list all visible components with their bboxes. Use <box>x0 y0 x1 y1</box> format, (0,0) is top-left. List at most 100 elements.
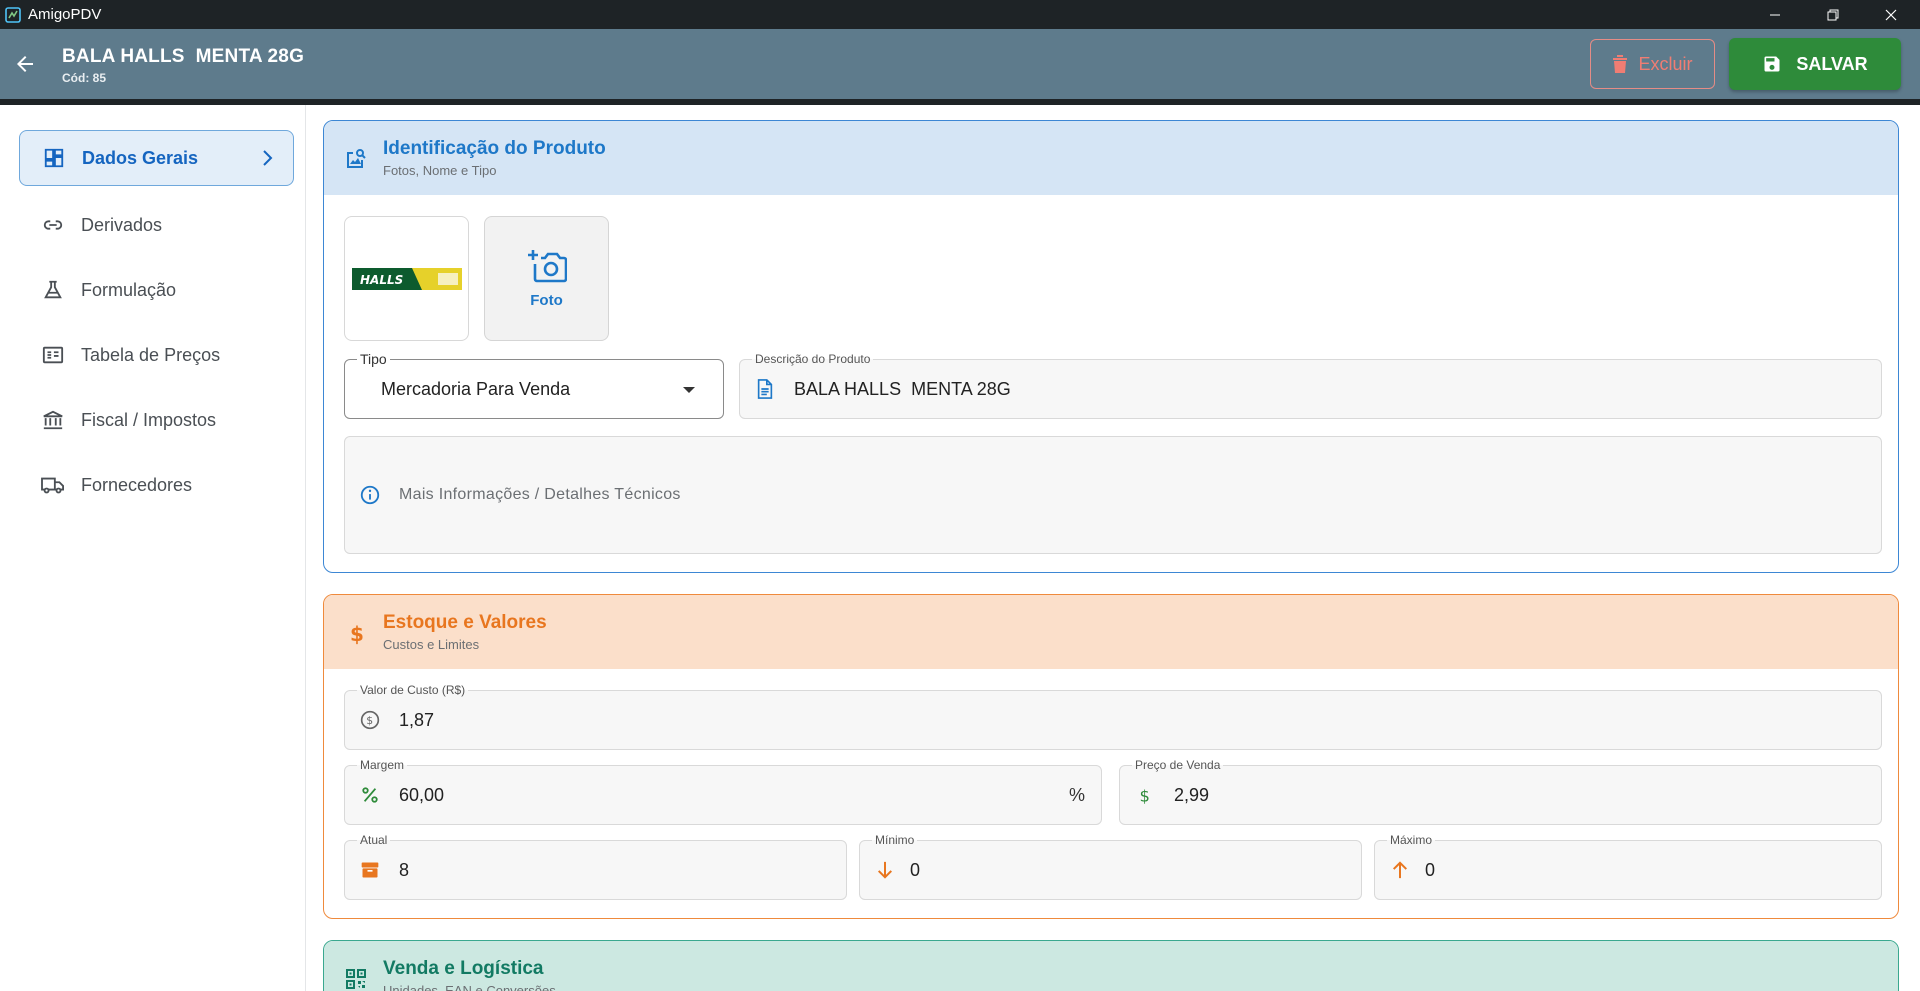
flask-icon <box>41 278 65 302</box>
qr-code-icon <box>346 969 366 989</box>
estoque-minimo-value: 0 <box>910 860 921 880</box>
field-label: Margem <box>357 758 408 772</box>
field-label: Tipo <box>357 351 390 367</box>
tipo-value: Mercadoria Para Venda <box>381 379 571 399</box>
sidebar-item-label: Fiscal / Impostos <box>81 409 217 430</box>
truck-icon <box>41 473 65 497</box>
field-label: Máximo <box>1387 833 1436 847</box>
estoque-maximo-field[interactable]: Máximo 0 <box>1374 833 1882 900</box>
identificacao-card: Identificação do Produto Fotos, Nome e T… <box>323 120 1899 573</box>
estoque-atual-field[interactable]: Atual 8 <box>344 833 847 900</box>
product-photo[interactable]: HALLS <box>344 216 469 341</box>
margem-field[interactable]: Margem 60,00 % <box>344 758 1102 825</box>
svg-text:HALLS: HALLS <box>360 273 403 287</box>
dashboard-icon <box>42 146 66 170</box>
app-logo-icon <box>5 6 21 23</box>
preco-venda-field[interactable]: Preço de Venda $ 2,99 <box>1119 758 1882 825</box>
dollar-icon: $ <box>350 622 364 645</box>
close-icon <box>1885 9 1897 20</box>
estoque-maximo-value: 0 <box>1425 860 1436 880</box>
minimize-icon <box>1770 14 1780 15</box>
arrow-up-icon <box>1389 859 1411 881</box>
sidebar-item-fornecedores[interactable]: Fornecedores <box>19 457 294 513</box>
more-info-text: Mais Informações / Detalhes Técnicos <box>399 486 681 503</box>
tipo-select[interactable]: Tipo Mercadoria Para Venda <box>344 351 724 419</box>
delete-button-label: Excluir <box>1638 53 1693 74</box>
bank-icon <box>41 408 65 432</box>
chevron-right-icon <box>263 150 273 166</box>
section-title: Identificação do Produto <box>383 138 606 159</box>
percent-icon <box>359 784 381 806</box>
back-button[interactable] <box>12 51 38 77</box>
restore-icon <box>1827 9 1839 20</box>
price-list-icon <box>41 343 65 367</box>
identificacao-header: Identificação do Produto Fotos, Nome e T… <box>324 121 1898 195</box>
save-button[interactable]: SALVAR <box>1729 38 1901 90</box>
field-label: Atual <box>357 833 391 847</box>
add-photo-button[interactable]: Foto <box>484 216 609 341</box>
sidebar-item-label: Derivados <box>81 214 163 235</box>
page-title: BALA HALLS MENTA 28G <box>62 46 305 67</box>
sidebar: Dados Gerais Derivados Formulação Tabela… <box>7 105 306 991</box>
money-circle-icon: $ <box>359 709 381 731</box>
save-icon <box>1764 56 1780 72</box>
margem-suffix: % <box>1068 785 1085 805</box>
descricao-field[interactable]: Descrição do Produto BALA HALLS MENTA 28… <box>739 352 1882 419</box>
product-code: Cód: 85 <box>62 71 107 85</box>
sidebar-item-tabela-precos[interactable]: Tabela de Preços <box>19 327 294 383</box>
delete-button[interactable]: Excluir <box>1590 39 1715 89</box>
preco-venda-value: 2,99 <box>1174 785 1210 805</box>
add-photo-label: Foto <box>530 292 563 309</box>
arrow-back-icon <box>17 56 33 72</box>
dollar-icon: $ <box>1134 784 1156 806</box>
sidebar-item-derivados[interactable]: Derivados <box>19 197 294 253</box>
minimize-button[interactable] <box>1746 0 1804 29</box>
trash-icon <box>1613 55 1628 73</box>
estoque-minimo-field[interactable]: Mínimo 0 <box>859 833 1362 900</box>
svg-text:$: $ <box>350 622 364 645</box>
section-subtitle: Custos e Limites <box>383 637 480 652</box>
app-name: AmigoPDV <box>28 6 102 23</box>
image-search-icon <box>347 149 366 168</box>
inventory-box-icon <box>359 859 381 881</box>
estoque-header: $ Estoque e Valores Custos e Limites <box>324 595 1898 669</box>
venda-logistica-card: Venda e Logística Unidades, EAN e Conver… <box>323 940 1899 991</box>
arrow-down-icon <box>874 859 896 881</box>
sidebar-item-formulacao[interactable]: Formulação <box>19 262 294 318</box>
valor-custo-field[interactable]: Valor de Custo (R$) $ 1,87 <box>344 683 1882 750</box>
margem-value: 60,00 <box>399 785 445 805</box>
section-subtitle: Unidades, EAN e Conversões <box>383 983 556 991</box>
estoque-atual-value: 8 <box>399 860 410 880</box>
section-title: Venda e Logística <box>383 958 544 979</box>
document-icon <box>754 378 776 400</box>
link-icon <box>41 213 65 237</box>
product-image: HALLS <box>351 267 462 290</box>
section-title: Estoque e Valores <box>383 612 547 633</box>
sidebar-item-fiscal[interactable]: Fiscal / Impostos <box>19 392 294 448</box>
valor-custo-value: 1,87 <box>399 710 435 730</box>
section-subtitle: Fotos, Nome e Tipo <box>383 163 497 178</box>
save-button-label: SALVAR <box>1796 53 1868 74</box>
info-icon <box>360 485 380 505</box>
svg-text:$: $ <box>366 714 373 727</box>
venda-logistica-header: Venda e Logística Unidades, EAN e Conver… <box>324 941 1898 991</box>
app-header: BALA HALLS MENTA 28G Cód: 85 Excluir SAL… <box>0 29 1920 99</box>
field-label: Mínimo <box>872 833 918 847</box>
more-info-field[interactable]: Mais Informações / Detalhes Técnicos <box>344 436 1882 554</box>
field-label: Descrição do Produto <box>752 352 874 366</box>
sidebar-item-label: Fornecedores <box>81 474 193 495</box>
restore-button[interactable] <box>1804 0 1862 29</box>
estoque-card: $ Estoque e Valores Custos e Limites Val… <box>323 594 1899 919</box>
svg-text:$: $ <box>1140 786 1150 805</box>
add-camera-icon <box>527 250 567 283</box>
sidebar-item-dados-gerais[interactable]: Dados Gerais <box>19 130 294 186</box>
descricao-value: BALA HALLS MENTA 28G <box>794 379 1011 399</box>
close-window-button[interactable] <box>1862 0 1920 29</box>
sidebar-item-label: Formulação <box>81 279 177 300</box>
field-label: Preço de Venda <box>1132 758 1224 772</box>
sidebar-item-label: Tabela de Preços <box>81 344 221 365</box>
caret-down-icon <box>683 387 695 393</box>
sidebar-item-label: Dados Gerais <box>82 147 199 168</box>
field-label: Valor de Custo (R$) <box>357 683 469 697</box>
window-titlebar: AmigoPDV <box>0 0 1920 29</box>
